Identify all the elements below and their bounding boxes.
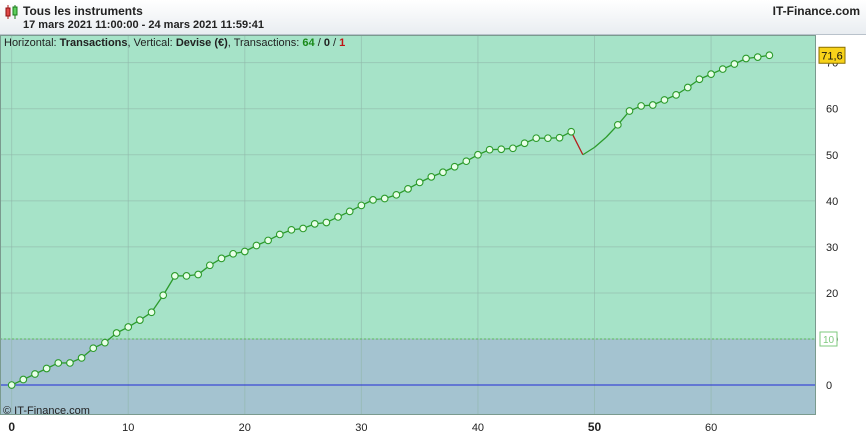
data-point[interactable] — [497, 145, 506, 154]
data-point[interactable] — [264, 236, 272, 245]
x-tick-label: 60 — [705, 422, 717, 434]
data-point[interactable] — [520, 139, 529, 148]
data-point[interactable] — [229, 249, 237, 258]
horizontal-label: Horizontal: — [4, 37, 57, 49]
data-point[interactable] — [532, 134, 541, 143]
data-point[interactable] — [345, 207, 354, 216]
data-point[interactable] — [485, 145, 494, 154]
data-point[interactable] — [544, 134, 552, 143]
x-tick-label: 0 — [8, 420, 15, 434]
data-point[interactable] — [334, 213, 342, 221]
data-point[interactable] — [718, 65, 727, 73]
data-point[interactable] — [462, 157, 471, 166]
data-point[interactable] — [392, 190, 401, 199]
data-point[interactable] — [567, 127, 576, 136]
x-tick-label: 40 — [472, 422, 484, 434]
y-tick-label: 50 — [826, 150, 838, 162]
data-point[interactable] — [427, 173, 436, 181]
data-point[interactable] — [136, 316, 144, 324]
data-point[interactable] — [217, 254, 226, 263]
data-point[interactable] — [42, 364, 51, 373]
data-point[interactable] — [194, 270, 203, 279]
data-point[interactable] — [240, 247, 249, 256]
data-point[interactable] — [205, 261, 214, 270]
chart-info-line: Horizontal: Transactions, Vertical: Devi… — [4, 37, 345, 49]
data-point[interactable] — [555, 133, 564, 142]
data-point[interactable] — [707, 70, 715, 79]
data-point[interactable] — [322, 218, 331, 227]
x-tick-label: 30 — [355, 422, 367, 434]
separator: / — [329, 37, 340, 49]
data-point[interactable] — [637, 102, 645, 110]
candlestick-icon — [5, 5, 18, 19]
y-tick-label: 30 — [826, 242, 838, 254]
copyright: © IT-Finance.com — [3, 405, 90, 417]
data-point[interactable] — [19, 375, 28, 384]
data-point[interactable] — [171, 272, 179, 280]
data-point[interactable] — [159, 291, 168, 300]
threshold-label: 10 — [823, 335, 835, 346]
winning-count: 64 — [302, 37, 315, 49]
window-header: Tous les instruments 17 mars 2021 11:00:… — [0, 0, 866, 35]
data-point[interactable] — [252, 241, 261, 250]
y-tick-label: 0 — [826, 380, 832, 392]
data-point[interactable] — [672, 91, 680, 99]
x-tick-label: 10 — [122, 422, 134, 434]
brand-name: IT-Finance.com — [772, 4, 860, 18]
separator: / — [314, 37, 324, 49]
data-point[interactable] — [66, 359, 74, 367]
horizontal-value: Transactions — [59, 37, 128, 49]
data-point[interactable] — [509, 144, 517, 153]
data-point[interactable] — [275, 230, 284, 239]
data-point[interactable] — [77, 354, 86, 362]
data-point[interactable] — [695, 75, 704, 84]
data-point[interactable] — [101, 338, 109, 347]
x-tick-label: 50 — [588, 420, 602, 434]
data-point[interactable] — [182, 272, 191, 280]
data-point[interactable] — [7, 381, 16, 389]
window-title: Tous les instruments — [23, 4, 143, 18]
data-point[interactable] — [730, 60, 739, 68]
data-point[interactable] — [648, 101, 657, 109]
transactions-label: , Transactions: — [227, 37, 300, 49]
y-tick-label: 20 — [826, 288, 838, 300]
data-point[interactable] — [299, 224, 307, 233]
y-tick-label: 60 — [826, 104, 838, 116]
data-point[interactable] — [124, 323, 133, 331]
data-point[interactable] — [439, 168, 447, 177]
data-point[interactable] — [660, 96, 669, 104]
data-point[interactable] — [415, 178, 424, 187]
date-range: 17 mars 2021 11:00:00 - 24 mars 2021 11:… — [23, 19, 264, 31]
data-point[interactable] — [112, 329, 121, 337]
y-axis-panel — [816, 35, 866, 439]
data-point[interactable] — [89, 344, 98, 353]
data-point[interactable] — [683, 83, 692, 92]
vertical-label: , Vertical: — [127, 37, 173, 49]
data-point[interactable] — [742, 54, 750, 63]
data-point[interactable] — [765, 51, 774, 60]
data-point[interactable] — [474, 150, 482, 159]
losing-count: 1 — [339, 37, 346, 49]
y-tick-label: 40 — [826, 196, 838, 208]
vertical-value: Devise (€) — [175, 37, 228, 49]
data-point[interactable] — [310, 219, 319, 228]
data-point[interactable] — [613, 120, 622, 129]
data-point[interactable] — [369, 196, 377, 204]
data-point[interactable] — [287, 225, 296, 234]
data-point[interactable] — [404, 184, 412, 193]
data-point[interactable] — [380, 194, 389, 203]
x-tick-label: 20 — [239, 422, 251, 434]
equity-chart[interactable]: 01020304050607001020304050601071,6 — [0, 35, 866, 439]
data-point[interactable] — [450, 162, 459, 171]
last-value-label: 71,6 — [821, 50, 842, 62]
loss-zone — [0, 339, 816, 415]
data-point[interactable] — [147, 308, 156, 317]
data-point[interactable] — [54, 359, 63, 367]
data-point[interactable] — [31, 370, 39, 378]
data-point[interactable] — [753, 53, 762, 61]
data-point[interactable] — [625, 107, 634, 115]
data-point[interactable] — [357, 201, 366, 210]
